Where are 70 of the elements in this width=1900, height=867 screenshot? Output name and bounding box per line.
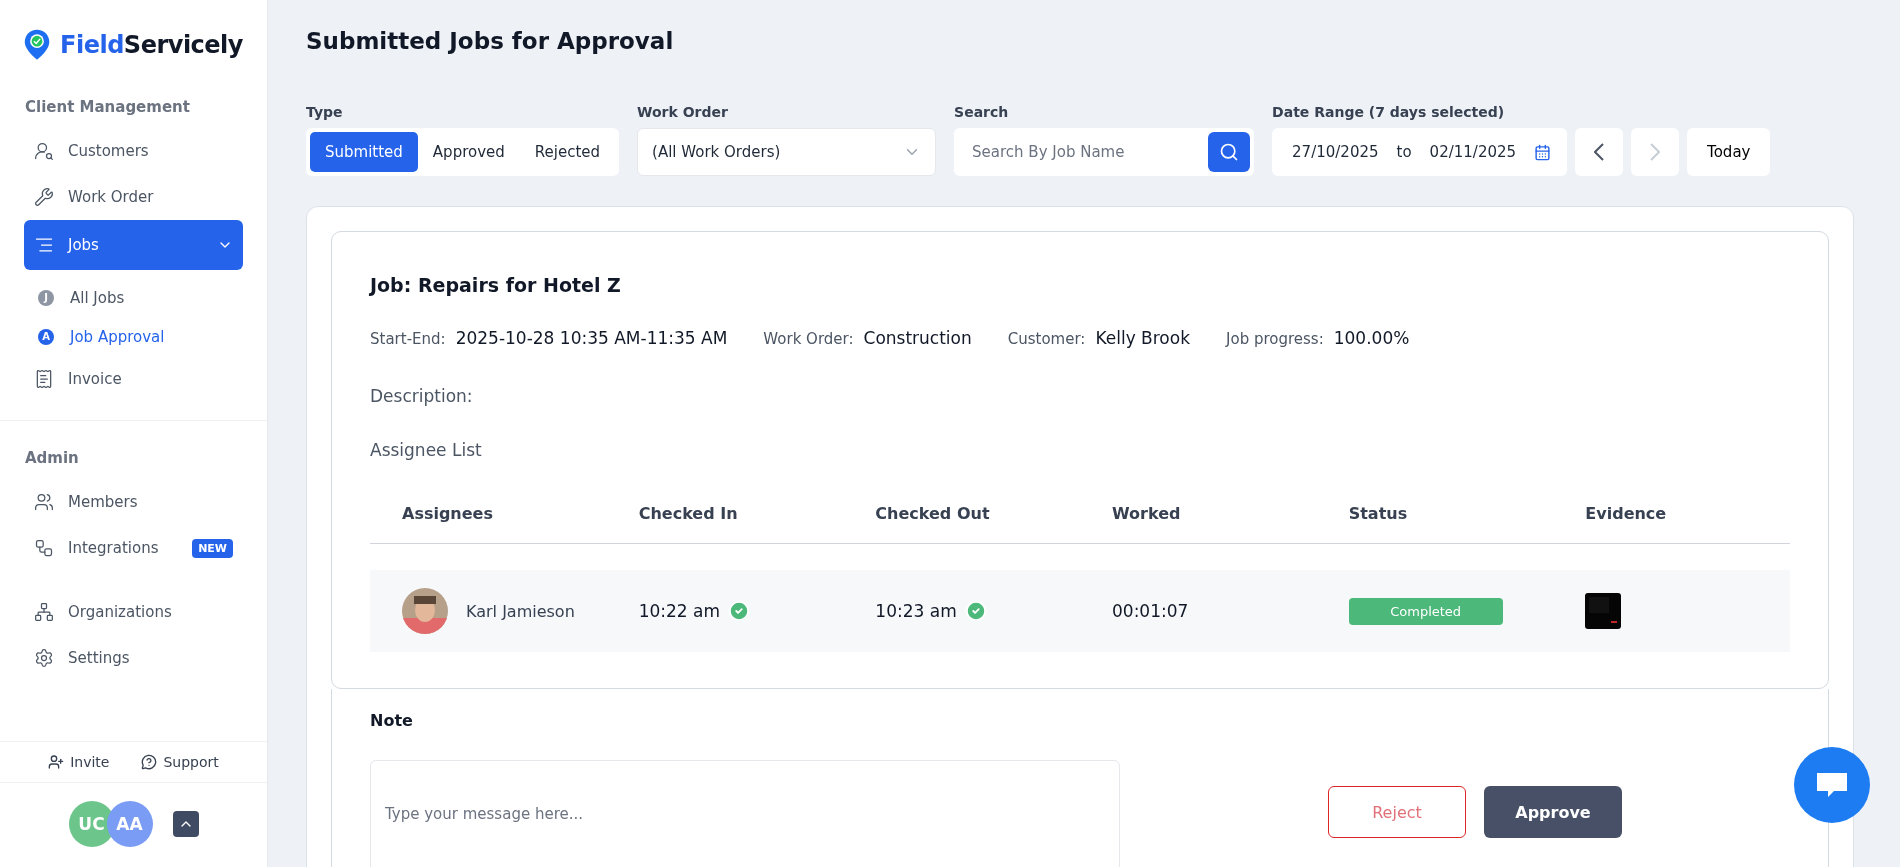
column-header: Checked In [606,484,844,544]
table-cell: 10:23 am [875,601,957,621]
type-tab[interactable]: Approved [417,132,520,172]
date-range-field[interactable]: 27/10/2025 to 02/11/2025 [1272,128,1568,176]
check-icon [728,600,751,622]
description-label: Description: [370,386,474,406]
table-cell: 00:01:07 [1112,601,1189,621]
section-title: Admin [24,448,80,469]
message-field[interactable]: Type your message here... [370,760,1120,867]
column-header: Assignees [370,484,607,544]
sub-nav-item[interactable]: A Job Approval [24,317,243,356]
page-title: Submitted Jobs for Approval [306,28,675,54]
search-box[interactable]: Search By Job Name [954,128,1255,176]
search-button[interactable] [1208,132,1251,172]
filter-label: Date Range (7 days selected) [1272,104,1506,120]
column-header: Worked [1080,484,1317,544]
expand-button[interactable] [172,811,199,837]
job-title: Job: Repairs for Hotel Z [370,274,622,296]
nav-item[interactable]: Invoice [24,356,243,402]
job-meta: Job progress: 100.00% [1226,328,1410,348]
section-title: Client Management [24,97,191,118]
hierarchy-icon [34,602,54,622]
nav-item[interactable]: Customers [24,128,243,174]
settings-icon [34,648,54,668]
chevron-right-icon [1650,143,1661,161]
help-icon [141,754,158,770]
support-link[interactable]: Support [141,754,219,770]
job-meta: Customer: Kelly Brook [1007,328,1191,348]
chevron-left-icon [1594,143,1605,161]
filter-label: Work Order [637,104,729,120]
previous-button[interactable] [1575,128,1624,176]
column-header: Evidence [1553,484,1790,544]
add-user-icon [48,754,65,770]
receipt-icon [34,369,54,389]
nav-item[interactable]: Jobs [24,220,243,270]
search-icon [1219,142,1240,162]
nav-item[interactable]: Integrations NEW [24,525,243,571]
assignee-name: Karl Jamieson [466,601,575,621]
nav-item[interactable]: Settings [24,635,243,681]
integration-icon [34,538,54,558]
table-cell: 10:22 am [638,601,721,621]
filter-label: Type [306,104,344,120]
wrench-icon [34,187,54,207]
letter-icon: A [38,328,54,345]
type-tab[interactable]: Submitted [310,132,418,172]
invite-link[interactable]: Invite [48,754,110,770]
job-meta: Start-End: 2025-10-28 10:35 AM-11:35 AM [370,328,728,348]
chat-icon [1814,770,1850,800]
sub-nav-item[interactable]: J All Jobs [24,278,243,317]
today-button[interactable]: Today [1687,128,1771,176]
status-badge: Completed [1348,597,1503,625]
job-meta: Work Order: Construction [763,328,972,348]
users-icon [34,492,54,512]
column-header: Checked Out [843,484,1080,544]
column-header: Status [1316,484,1554,544]
new-badge: NEW [192,538,233,558]
assignee-heading: Assignee List [370,440,483,460]
nav-item[interactable]: Work Order [24,174,243,220]
user-icon [34,141,54,161]
nav-item[interactable]: Members [24,479,243,525]
filter-label: Search [954,104,1010,120]
nav-item[interactable]: Organizations [24,589,243,635]
approve-button[interactable]: Approve [1484,786,1622,838]
calendar-icon [1534,143,1552,161]
brand-name: FieldServicely [60,31,243,59]
work-order-select[interactable]: (All Work Orders) [637,128,937,176]
type-tab[interactable]: Rejected [519,132,616,172]
letter-icon: J [38,289,54,306]
note-label: Note [370,711,414,730]
check-icon [964,600,987,622]
